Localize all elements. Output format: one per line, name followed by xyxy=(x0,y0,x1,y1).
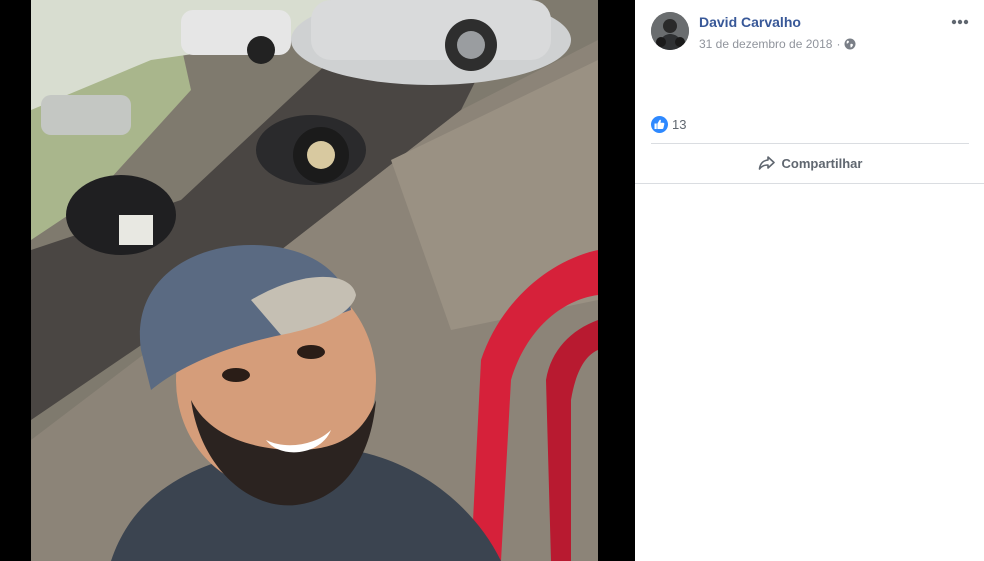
share-button[interactable]: Compartilhar xyxy=(651,147,969,179)
post-meta: 31 de dezembro de 2018 · xyxy=(699,36,856,52)
post-sidebar: David Carvalho 31 de dezembro de 2018 · … xyxy=(635,0,984,561)
reaction-count[interactable]: 13 xyxy=(672,117,686,132)
photo-viewer xyxy=(0,0,635,561)
share-arrow-icon xyxy=(758,156,775,170)
post-photo[interactable] xyxy=(31,0,598,561)
globe-icon[interactable] xyxy=(844,38,856,50)
divider xyxy=(651,143,969,144)
avatar[interactable] xyxy=(651,12,689,50)
divider xyxy=(635,183,984,184)
meta-separator: · xyxy=(836,37,841,51)
more-options-button[interactable] xyxy=(945,10,975,34)
reactions-summary[interactable]: 13 xyxy=(651,115,686,133)
more-options-icon xyxy=(951,19,969,25)
author-name-link[interactable]: David Carvalho xyxy=(699,14,801,30)
post-date[interactable]: 31 de dezembro de 2018 xyxy=(699,37,832,51)
selfie-illustration xyxy=(31,0,598,561)
share-label: Compartilhar xyxy=(781,155,863,171)
avatar-image xyxy=(651,12,689,50)
like-icon xyxy=(651,115,668,133)
